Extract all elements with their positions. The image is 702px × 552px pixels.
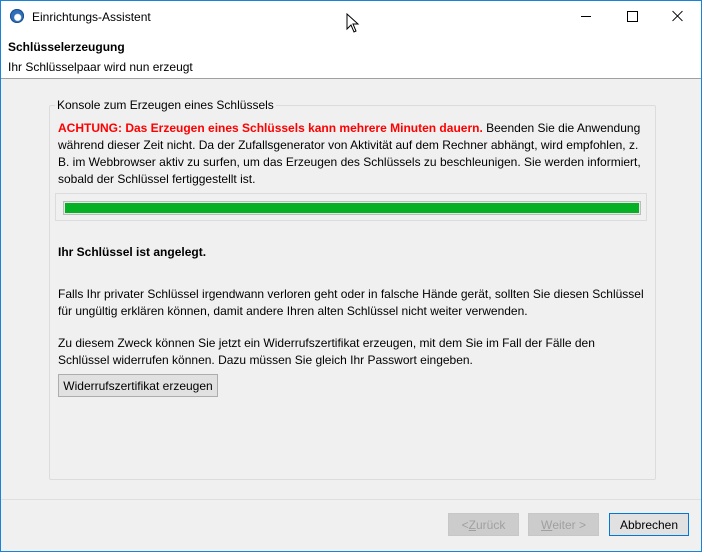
revocation-info: Zu diesem Zweck können Sie jetzt ein Wid… [58,336,595,367]
create-revocation-certificate-button[interactable]: Widerrufszertifikat erzeugen [58,374,218,397]
key-console-group: Konsole zum Erzeugen eines Schlüssels AC… [49,98,656,480]
back-label: urück [476,517,506,532]
thunderbird-app-icon [10,9,24,23]
back-accelerator: Z [468,517,476,532]
next-button[interactable]: Weiter > [528,513,599,536]
close-button[interactable] [655,1,701,31]
back-prefix: < [461,517,469,532]
key-created-label: Ihr Schlüssel ist angelegt. [58,245,207,259]
progress-container [55,193,647,221]
close-icon [672,10,684,22]
next-label: eiter > [552,517,586,532]
minimize-icon [581,15,591,17]
progress-fill [65,203,639,213]
maximize-button[interactable] [609,1,655,31]
back-button[interactable]: < Zurück [448,513,519,536]
footer-divider [1,499,701,500]
lost-key-info: Falls Ihr privater Schlüssel irgendwann … [58,287,644,318]
warning-text: ACHTUNG: Das Erzeugen eines Schlüssels k… [58,120,648,188]
page-title: Schlüsselerzeugung [8,40,125,54]
page-subtitle: Ihr Schlüsselpaar wird nun erzeugt [8,60,193,74]
group-legend: Konsole zum Erzeugen eines Schlüssels [55,98,276,112]
progress-bar [63,201,641,215]
next-accelerator: W [540,517,553,532]
wizard-window: Einrichtungs-Assistent Schlüsselerzeugun… [0,0,702,552]
cancel-button[interactable]: Abbrechen [609,513,689,536]
maximize-icon [626,10,638,22]
mouse-cursor-icon [346,13,360,33]
window-title: Einrichtungs-Assistent [32,10,151,24]
minimize-button[interactable] [563,1,609,31]
warning-highlight: ACHTUNG: Das Erzeugen eines Schlüssels k… [58,121,483,135]
wizard-header: Schlüsselerzeugung Ihr Schlüsselpaar wir… [1,31,701,79]
